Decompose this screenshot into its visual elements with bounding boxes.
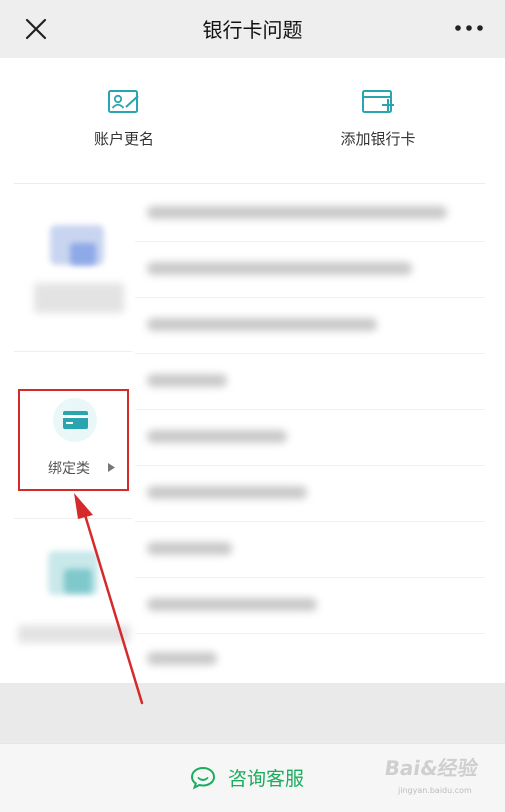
contact-service-label: 咨询客服 <box>228 768 305 790</box>
question-row[interactable] <box>135 578 485 634</box>
bank-card-icon-bg <box>53 398 97 442</box>
binding-category-label: 绑定类 <box>48 461 90 477</box>
blurred-category-icon-accent <box>70 243 96 265</box>
blurred-question-text <box>147 206 447 219</box>
blurred-question-text <box>147 652 217 665</box>
rename-account-button[interactable]: 账户更名 <box>44 88 204 149</box>
question-row[interactable] <box>135 186 485 242</box>
blurred-question-text <box>147 318 377 331</box>
blurred-question-text <box>147 542 232 555</box>
blurred-question-text <box>147 374 227 387</box>
question-row[interactable] <box>135 298 485 354</box>
question-row[interactable] <box>135 522 485 578</box>
category-divider <box>14 518 132 519</box>
title-bar: 银行卡问题 <box>0 0 505 59</box>
more-dots-icon[interactable] <box>453 15 485 41</box>
watermark-url: jingyan.baidu.com <box>398 786 472 795</box>
rename-account-label: 账户更名 <box>93 130 154 148</box>
category-item-blurred-1[interactable] <box>0 195 135 350</box>
add-bank-card-label: 添加银行卡 <box>340 130 416 148</box>
blurred-category-label <box>34 283 124 313</box>
add-card-icon <box>362 90 394 113</box>
question-row[interactable] <box>135 466 485 522</box>
bank-card-icon <box>63 411 88 429</box>
add-bank-card-button[interactable]: 添加银行卡 <box>298 88 458 149</box>
blurred-question-text <box>147 430 287 443</box>
chat-bubble-icon <box>190 766 216 790</box>
question-row[interactable] <box>135 410 485 466</box>
category-item-binding[interactable]: 绑定类 <box>18 389 129 491</box>
page-title: 银行卡问题 <box>202 18 303 42</box>
quick-actions: 账户更名 添加银行卡 <box>0 58 505 183</box>
triangle-right-icon <box>108 463 115 472</box>
blurred-category-icon-accent <box>64 569 92 593</box>
category-item-blurred-2[interactable] <box>0 525 135 665</box>
id-card-edit-icon <box>108 90 139 113</box>
blurred-question-text <box>147 262 412 275</box>
blurred-question-text <box>147 486 307 499</box>
content-spacer <box>0 683 505 743</box>
section-divider <box>14 183 485 184</box>
question-row[interactable] <box>135 242 485 298</box>
category-divider <box>14 351 132 352</box>
question-row[interactable] <box>135 632 485 682</box>
baidu-jingyan-watermark: Bai&经验 <box>383 756 480 780</box>
blurred-category-label <box>18 625 130 643</box>
question-row[interactable] <box>135 354 485 410</box>
blurred-question-text <box>147 598 317 611</box>
